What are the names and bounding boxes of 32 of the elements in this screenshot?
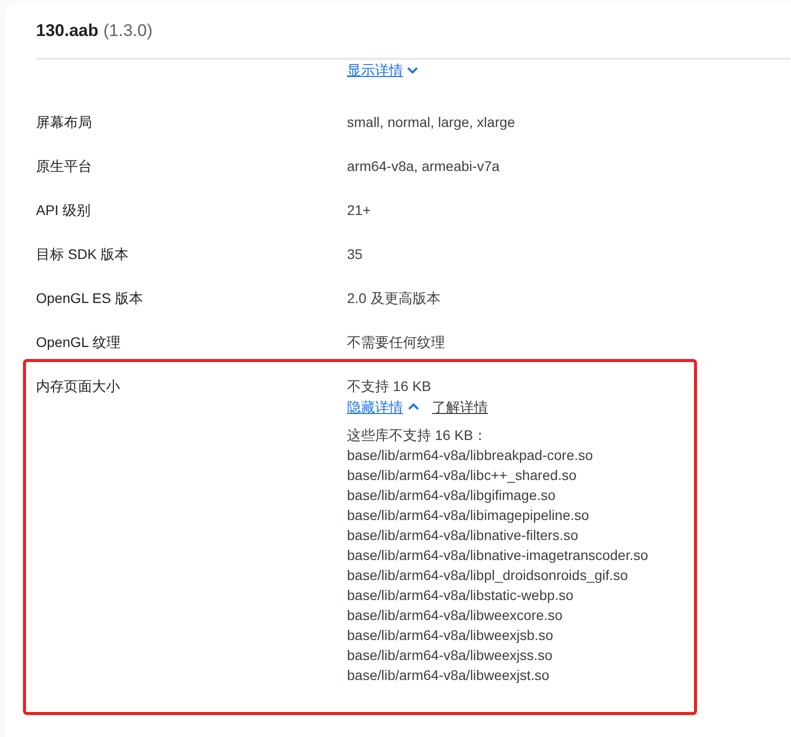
spec-label: 内存页面大小 — [36, 377, 121, 396]
library-path: base/lib/arm64-v8a/libpl_droidsonroids_gif.so — [347, 566, 629, 585]
show-details-link[interactable]: 显示详情 — [347, 60, 403, 80]
library-path: base/lib/arm64-v8a/libbreakpad-core.so — [347, 446, 594, 465]
library-path: base/lib/arm64-v8a/libimagepipeline.so — [347, 506, 590, 525]
spec-label: OpenGL 纹理 — [36, 333, 122, 352]
spec-value: arm64-v8a, armeabi-v7a — [347, 157, 500, 176]
spec-label: OpenGL ES 版本 — [36, 289, 144, 308]
library-path: base/lib/arm64-v8a/libgifimage.so — [347, 486, 557, 505]
spec-value: 35 — [347, 245, 363, 264]
library-path: base/lib/arm64-v8a/libweexjsb.so — [347, 626, 554, 645]
spec-value: 不需要任何纹理 — [347, 333, 445, 352]
version-label: (1.3.0) — [103, 20, 153, 40]
spec-label: 屏幕布局 — [36, 113, 93, 132]
spec-value: 2.0 及更高版本 — [347, 289, 440, 308]
library-path: base/lib/arm64-v8a/libc++_shared.so — [347, 466, 578, 485]
learn-more-link[interactable]: 了解详情 — [432, 397, 488, 417]
spec-value: small, normal, large, xlarge — [347, 113, 516, 132]
library-list-heading: 这些库不支持 16 KB： — [347, 426, 488, 445]
library-path: base/lib/arm64-v8a/libweexjst.so — [347, 666, 550, 685]
library-path: base/lib/arm64-v8a/libnative-filters.so — [347, 526, 580, 545]
hide-details-link[interactable]: 隐藏详情 — [347, 397, 403, 417]
spec-label: API 级别 — [36, 201, 92, 220]
library-path: base/lib/arm64-v8a/libweexjss.so — [347, 646, 554, 665]
spec-value: 21+ — [347, 201, 371, 220]
spec-label: 目标 SDK 版本 — [36, 245, 130, 264]
spec-value: 不支持 16 KB — [347, 377, 432, 396]
library-path: base/lib/arm64-v8a/libweexcore.so — [347, 606, 564, 625]
file-name: 130.aab — [36, 20, 98, 40]
library-path: base/lib/arm64-v8a/libstatic-webp.so — [347, 586, 574, 605]
spec-label: 原生平台 — [36, 157, 93, 176]
library-path: base/lib/arm64-v8a/libnative-imagetranscoder.so — [347, 546, 648, 565]
